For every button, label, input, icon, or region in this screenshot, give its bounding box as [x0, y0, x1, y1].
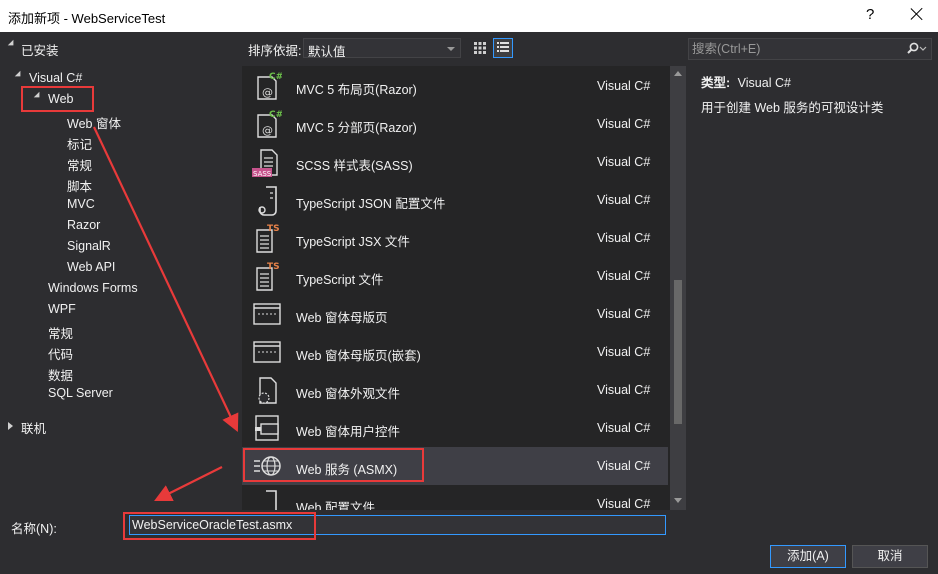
scroll-down-icon[interactable]: [674, 498, 682, 503]
list-item[interactable]: SASS SCSS 样式表(SASS) Visual C#: [242, 143, 668, 181]
tree-node-installed[interactable]: 已安装: [21, 40, 59, 59]
tree-node-wpf[interactable]: WPF: [48, 302, 76, 316]
ts-jsx-file-icon: TS: [252, 222, 282, 254]
scroll-up-icon[interactable]: [674, 71, 682, 76]
scss-file-icon: SASS: [252, 146, 282, 178]
razor-partial-icon: @ C#: [252, 108, 283, 140]
detail-type-value: Visual C#: [737, 76, 791, 90]
sort-label: 排序依据:: [248, 44, 302, 58]
tree-node-razor[interactable]: Razor: [67, 218, 100, 232]
search-icon[interactable]: [905, 42, 927, 56]
title-bar: 添加新项 - WebServiceTest ?: [0, 0, 938, 32]
detail-description: 用于创建 Web 服务的可视设计类: [701, 101, 884, 115]
list-item[interactable]: Web 窗体母版页 Visual C#: [242, 295, 668, 333]
json-config-icon: [252, 184, 282, 216]
tree-node-signalr[interactable]: SignalR: [67, 239, 111, 253]
cancel-button[interactable]: 取消: [852, 545, 928, 568]
tree-node-mvc[interactable]: MVC: [67, 197, 95, 211]
annotation-box-asmx: [243, 448, 424, 482]
list-item[interactable]: TypeScript JSON 配置文件 Visual C#: [242, 181, 668, 219]
master-page-icon: [252, 298, 282, 330]
search-input[interactable]: [692, 41, 902, 57]
tree-node-sql-server[interactable]: SQL Server: [48, 386, 113, 400]
web-config-icon: [252, 488, 282, 510]
tree-node-data[interactable]: 数据: [48, 365, 73, 384]
tree-node-web-api[interactable]: Web API: [67, 260, 115, 274]
tree-node-markup[interactable]: 标记: [67, 134, 92, 153]
annotation-box-web: [21, 86, 94, 112]
expand-csharp-icon[interactable]: [14, 70, 24, 80]
chevron-down-icon: [447, 47, 455, 51]
list-item[interactable]: @ C# MVC 5 分部页(Razor) Visual C#: [242, 105, 668, 143]
svg-text:TS: TS: [267, 262, 280, 272]
tree-node-general[interactable]: 常规: [48, 323, 73, 342]
list-item[interactable]: Web 窗体用户控件 Visual C#: [242, 409, 668, 447]
annotation-box-name: [123, 512, 316, 540]
tree-node-code[interactable]: 代码: [48, 344, 73, 363]
sort-dropdown[interactable]: 默认值: [303, 38, 461, 59]
list-item[interactable]: Web 配置文件 Visual C#: [242, 485, 668, 510]
razor-layout-icon: @ C#: [252, 70, 283, 102]
svg-text:C#: C#: [269, 110, 282, 120]
search-box[interactable]: [688, 38, 932, 60]
tree-node-script[interactable]: 脚本: [67, 176, 92, 195]
tree-node-online[interactable]: 联机: [21, 418, 46, 437]
sort-value: 默认值: [308, 45, 346, 59]
svg-text:@: @: [262, 86, 273, 99]
tree-node-windows-forms[interactable]: Windows Forms: [48, 281, 138, 295]
detail-type-label: 类型:: [701, 76, 731, 90]
list-item[interactable]: @ C# MVC 5 布局页(Razor) Visual C#: [242, 67, 668, 105]
expand-installed-icon[interactable]: [7, 39, 17, 49]
tree-node-web-forms[interactable]: Web 窗体: [67, 113, 121, 132]
list-scrollbar[interactable]: [670, 66, 686, 510]
user-control-icon: [252, 412, 282, 444]
list-item[interactable]: Web 窗体母版页(嵌套) Visual C#: [242, 333, 668, 371]
tree-node-visual-csharp[interactable]: Visual C#: [29, 71, 82, 85]
help-button[interactable]: ?: [866, 6, 874, 23]
svg-text:C#: C#: [269, 72, 282, 82]
list-item[interactable]: TS TypeScript JSX 文件 Visual C#: [242, 219, 668, 257]
list-item[interactable]: TS TypeScript 文件 Visual C#: [242, 257, 668, 295]
name-label: 名称(N):: [11, 522, 57, 536]
svg-text:@: @: [262, 124, 273, 137]
scroll-thumb[interactable]: [674, 280, 682, 424]
nested-master-page-icon: [252, 336, 282, 368]
template-list: @ C# MVC 5 布局页(Razor) Visual C# @ C# MVC 5…: [242, 66, 670, 510]
svg-text:SASS: SASS: [253, 170, 272, 178]
expand-online-icon[interactable]: [8, 422, 13, 430]
close-icon[interactable]: [906, 3, 928, 25]
tree-node-general-web[interactable]: 常规: [67, 155, 92, 174]
add-button[interactable]: 添加(A): [770, 545, 846, 568]
detail-type: 类型: Visual C#: [701, 72, 791, 91]
list-item[interactable]: Web 窗体外观文件 Visual C#: [242, 371, 668, 409]
grid-view-icon[interactable]: [470, 38, 490, 58]
window-title: 添加新项 - WebServiceTest: [8, 11, 166, 26]
svg-text:TS: TS: [267, 224, 280, 234]
ts-file-icon: TS: [252, 260, 282, 292]
list-view-icon[interactable]: [493, 38, 513, 58]
skin-file-icon: [252, 374, 282, 406]
